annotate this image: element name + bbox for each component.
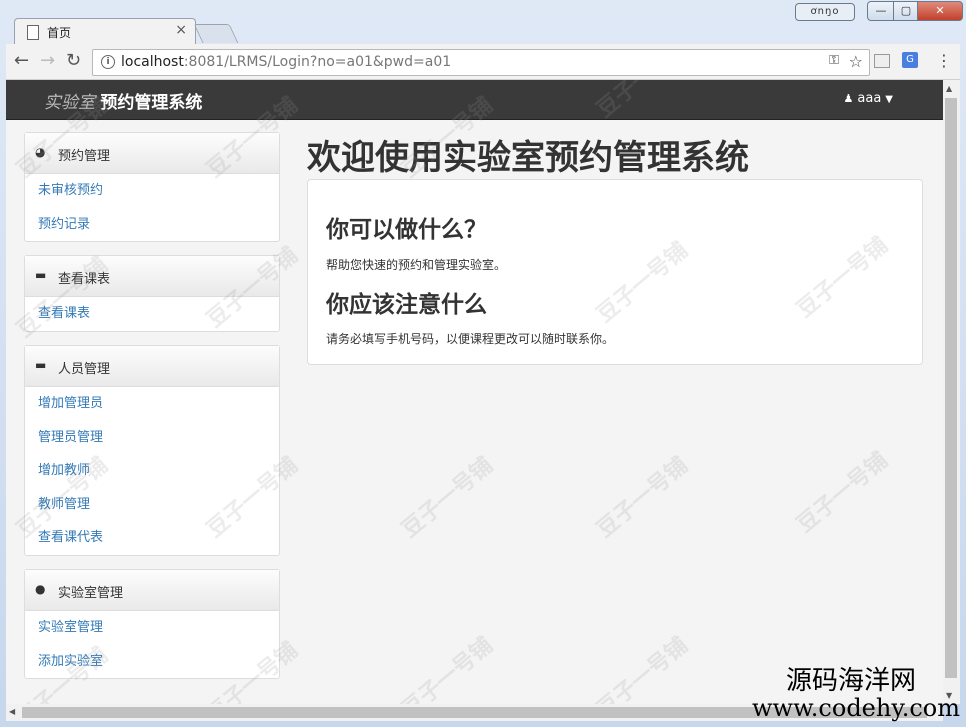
profile-badge[interactable]: ơnŋo <box>795 3 855 21</box>
page-icon <box>27 25 39 40</box>
briefcase-icon: ▬ <box>35 358 47 372</box>
section-text-what: 帮助您快速的预约和管理实验室。 <box>326 258 507 272</box>
forward-arrow-icon[interactable]: → <box>40 52 55 70</box>
url-host: localhost <box>121 54 184 70</box>
page-viewport: 实验室 预约管理系统 ♟ aaa ▼ ◕ 预约管理 未审核预约 预约记录 ▬ 查看课… <box>6 80 943 704</box>
welcome-panel: 你可以做什么？ 帮助您快速的预约和管理实验室。 你应该注意什么 请务必填写手机号… <box>307 179 923 365</box>
vertical-scrollbar[interactable]: ▲ ▼ <box>943 80 960 704</box>
exclamation-circle-icon: ● <box>35 582 46 596</box>
sidebar-item-class-reps[interactable]: 查看课代表 <box>25 521 279 555</box>
briefcase-icon: ▬ <box>35 268 47 282</box>
watermark-text: 豆子一号铺 <box>397 632 498 704</box>
sidebar-item-admin-manage[interactable]: 管理员管理 <box>25 421 279 455</box>
section-title-notice: 你应该注意什么 <box>326 292 487 318</box>
scroll-thumb[interactable] <box>945 98 957 678</box>
dashboard-icon: ◕ <box>35 145 46 159</box>
top-navbar: 实验室 预约管理系统 ♟ aaa ▼ <box>6 80 943 120</box>
sidebar-item-pending[interactable]: 未审核预约 <box>25 174 279 208</box>
sidebar-item-schedule[interactable]: 查看课表 <box>25 297 279 331</box>
browser-menu-icon[interactable]: ⋮ <box>936 51 952 70</box>
address-bar[interactable]: i localhost:8081/LRMS/Login?no=a01&pwd=a… <box>92 49 870 76</box>
sidebar-item-records[interactable]: 预约记录 <box>25 208 279 242</box>
section-title-what: 你可以做什么？ <box>326 217 487 243</box>
panel-header[interactable]: ▬ 人员管理 <box>25 346 279 387</box>
new-tab-button[interactable] <box>193 24 239 43</box>
url-path: :8081/LRMS/Login?no=a01&pwd=a01 <box>183 54 452 70</box>
sidebar-item-add-teacher[interactable]: 增加教师 <box>25 454 279 488</box>
panel-booking: ◕ 预约管理 未审核预约 预约记录 <box>24 132 280 242</box>
sidebar-item-teacher-manage[interactable]: 教师管理 <box>25 488 279 522</box>
scroll-left-arrow-icon[interactable]: ◀ <box>9 707 15 716</box>
panel-schedule: ▬ 查看课表 查看课表 <box>24 255 280 332</box>
panel-header[interactable]: ◕ 预约管理 <box>25 133 279 174</box>
url-text[interactable]: localhost:8081/LRMS/Login?no=a01&pwd=a01 <box>121 54 451 70</box>
section-text-notice: 请务必填写手机号码，以便课程更改可以随时联系你。 <box>326 332 615 346</box>
sidebar-item-lab-manage[interactable]: 实验室管理 <box>25 611 279 645</box>
reload-icon[interactable]: ↻ <box>66 52 81 70</box>
brand[interactable]: 实验室 预约管理系统 <box>44 88 202 113</box>
key-icon[interactable]: ⚿ <box>829 53 839 68</box>
user-icon: ♟ <box>843 92 854 105</box>
user-dropdown[interactable]: ♟ aaa ▼ <box>844 91 893 106</box>
panel-title: 实验室管理 <box>58 586 124 601</box>
panel-header[interactable]: ● 实验室管理 <box>25 570 279 611</box>
caret-down-icon: ▼ <box>885 94 893 105</box>
sidebar-item-add-admin[interactable]: 增加管理员 <box>25 387 279 421</box>
watermark-text: 豆子一号铺 <box>792 447 893 538</box>
back-arrow-icon[interactable]: ← <box>14 52 29 70</box>
tab-label: 首页 <box>47 26 72 40</box>
panel-title: 预约管理 <box>58 149 111 164</box>
info-icon[interactable]: i <box>101 55 115 69</box>
panel-lab: ● 实验室管理 实验室管理 添加实验室 <box>24 569 280 679</box>
site-url: www.codehy.com <box>752 694 960 722</box>
watermark-text: 豆子一号铺 <box>592 632 693 704</box>
watermark-text: 豆子一号铺 <box>397 452 498 543</box>
panel-personnel: ▬ 人员管理 增加管理员 管理员管理 增加教师 教师管理 查看课代表 <box>24 345 280 556</box>
close-window-button[interactable]: ✕ <box>917 1 963 21</box>
page-title: 欢迎使用实验室预约管理系统 <box>307 138 749 178</box>
bookmark-star-icon[interactable]: ☆ <box>849 52 863 71</box>
extension-icon[interactable] <box>874 54 890 68</box>
minimize-button[interactable]: — <box>867 1 895 21</box>
sidebar-item-add-lab[interactable]: 添加实验室 <box>25 645 279 679</box>
brand-light: 实验室 <box>44 93 95 113</box>
close-tab-icon[interactable]: × <box>175 22 187 38</box>
panel-header[interactable]: ▬ 查看课表 <box>25 256 279 297</box>
browser-toolbar: ← → ↻ i localhost:8081/LRMS/Login?no=a01… <box>6 44 960 80</box>
scroll-up-arrow-icon[interactable]: ▲ <box>946 84 952 93</box>
panel-title: 人员管理 <box>58 362 111 377</box>
translate-icon[interactable]: G <box>902 52 918 68</box>
panel-title: 查看课表 <box>58 272 111 287</box>
title-bar: 首页 × ơnŋo — ▢ ✕ <box>0 0 966 45</box>
maximize-button[interactable]: ▢ <box>893 1 919 21</box>
user-name: aaa <box>857 91 882 106</box>
brand-bold: 预约管理系统 <box>100 93 203 113</box>
site-watermark: 源码海洋网 www.codehy.com <box>752 667 960 721</box>
watermark-text: 豆子一号铺 <box>592 452 693 543</box>
site-name: 源码海洋网 <box>785 666 916 696</box>
tab-home[interactable]: 首页 × <box>14 18 196 45</box>
